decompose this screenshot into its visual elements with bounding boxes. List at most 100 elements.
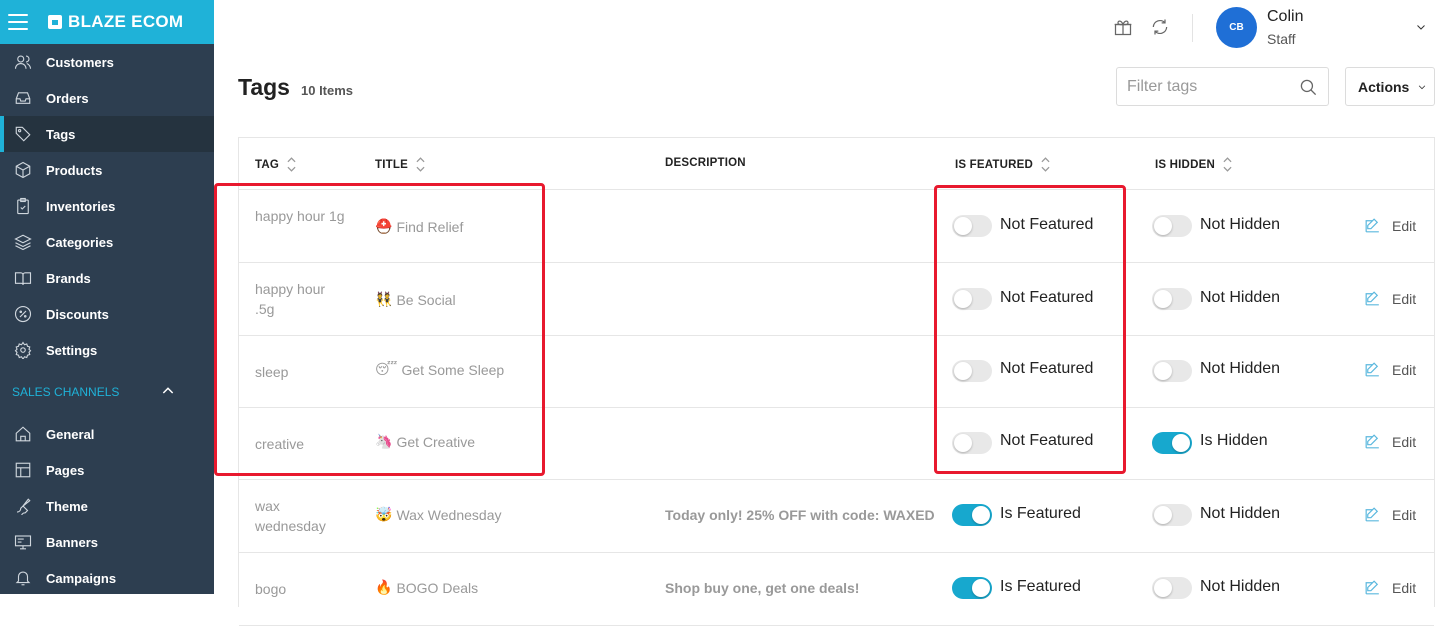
search-icon[interactable] [1299, 78, 1318, 102]
user-name[interactable]: Colin [1267, 8, 1303, 26]
column-header-title[interactable]: TITLE [375, 157, 425, 172]
clipboard-icon [13, 196, 33, 216]
sidebar-item-tags[interactable]: Tags [0, 116, 214, 152]
top-bar: CB Colin Staff [214, 0, 1450, 56]
chevron-up-icon[interactable] [160, 383, 176, 402]
brand-bar: BLAZE ECOM [0, 0, 214, 44]
menu-icon[interactable] [8, 14, 28, 30]
sidebar-item-discounts[interactable]: Discounts [0, 296, 214, 332]
avatar[interactable]: CB [1216, 7, 1257, 48]
featured-toggle[interactable] [952, 504, 992, 526]
book-icon [13, 268, 33, 288]
edit-button[interactable]: Edit [1363, 360, 1416, 379]
layers-icon [13, 232, 33, 252]
hidden-label: Not Hidden [1200, 216, 1281, 233]
sidebar-item-label: Inventories [46, 198, 116, 214]
title-text: BOGO Deals [396, 579, 479, 596]
edit-button[interactable]: Edit [1363, 289, 1416, 308]
inbox-icon [13, 88, 33, 108]
tag-cell: bogo [255, 581, 287, 597]
monitor-icon [13, 532, 33, 552]
sort-icon[interactable] [1223, 157, 1232, 172]
actions-button[interactable]: Actions [1345, 67, 1435, 106]
edit-label: Edit [1392, 579, 1417, 596]
sidebar-item-label: Brands [46, 270, 91, 286]
column-header-hidden[interactable]: IS HIDDEN [1155, 157, 1232, 172]
brand-name: BLAZE ECOM [68, 12, 184, 31]
edit-button[interactable]: Edit [1363, 505, 1416, 524]
percent-icon [13, 304, 33, 324]
sidebar-item-customers[interactable]: Customers [0, 44, 214, 80]
title-emoji: 🤯 [375, 506, 393, 522]
sidebar-item-pages[interactable]: Pages [0, 452, 214, 488]
hidden-label: Not Hidden [1200, 289, 1281, 306]
sidebar-item-brands[interactable]: Brands [0, 260, 214, 296]
sidebar-item-label: Campaigns [46, 570, 117, 586]
edit-button[interactable]: Edit [1363, 432, 1416, 451]
tag-icon [13, 124, 33, 144]
sort-icon[interactable] [1041, 157, 1050, 172]
sidebar-item-label: Customers [46, 54, 114, 70]
title-emoji: 🔥 [375, 579, 393, 595]
hidden-toggle[interactable] [1152, 432, 1192, 454]
edit-button[interactable]: Edit [1363, 578, 1416, 597]
hidden-label: Not Hidden [1200, 578, 1281, 595]
sidebar-item-label: Theme [46, 498, 88, 514]
edit-icon [1365, 218, 1379, 233]
column-header-featured[interactable]: IS FEATURED [955, 157, 1050, 172]
highlight-box-tags [214, 183, 545, 476]
sidebar-item-label: Discounts [46, 306, 109, 322]
sidebar-item-label: Orders [46, 90, 89, 106]
divider [1192, 14, 1193, 42]
page-title: Tags [238, 74, 290, 100]
sort-icon[interactable] [287, 157, 296, 172]
chevron-down-icon [1419, 84, 1426, 89]
featured-label: Is Featured [1000, 578, 1081, 595]
sidebar-item-categories[interactable]: Categories [0, 224, 214, 260]
hidden-label: Not Hidden [1200, 360, 1281, 377]
users-icon [13, 52, 33, 72]
hidden-toggle[interactable] [1152, 288, 1192, 310]
sidebar-item-label: Tags [46, 126, 76, 142]
column-label: DESCRIPTION [665, 157, 746, 169]
sort-icon[interactable] [416, 157, 425, 172]
chevron-down-icon[interactable] [1415, 20, 1427, 38]
hidden-toggle[interactable] [1152, 215, 1192, 237]
sidebar-item-banners[interactable]: Banners [0, 524, 214, 560]
hidden-toggle[interactable] [1152, 360, 1192, 382]
filter-input[interactable] [1117, 68, 1287, 105]
hidden-toggle[interactable] [1152, 577, 1192, 599]
edit-label: Edit [1392, 361, 1417, 378]
sidebar-item-settings[interactable]: Settings [0, 332, 214, 368]
sidebar-item-inventories[interactable]: Inventories [0, 188, 214, 224]
column-header-tag[interactable]: TAG [255, 157, 296, 172]
sales-channels-header[interactable]: SALES CHANNELS [0, 368, 214, 416]
sidebar-item-theme[interactable]: Theme [0, 488, 214, 524]
refresh-icon[interactable] [1150, 17, 1170, 37]
brush-icon [13, 496, 33, 516]
sidebar-item-products[interactable]: Products [0, 152, 214, 188]
layout-icon [13, 460, 33, 480]
sidebar-item-general[interactable]: General [0, 416, 214, 452]
hidden-toggle[interactable] [1152, 504, 1192, 526]
featured-label: Is Featured [1000, 505, 1081, 522]
sidebar-item-campaigns[interactable]: Campaigns [0, 560, 214, 596]
column-label: TITLE [375, 158, 408, 171]
box-icon [13, 160, 33, 180]
table-row: wax wednesday 🤯 Wax Wednesday Today only!… [239, 480, 1434, 553]
home-icon [13, 424, 33, 444]
featured-toggle[interactable] [952, 577, 992, 599]
actions-label: Actions [1358, 78, 1410, 95]
edit-label: Edit [1392, 290, 1417, 307]
user-role: Staff [1267, 31, 1296, 47]
sidebar: BLAZE ECOM Customers Orders Tags Product… [0, 0, 214, 594]
description-cell: Today only! 25% OFF with code: WAXED [665, 507, 935, 523]
section-title: SALES CHANNELS [12, 385, 120, 399]
sidebar-item-orders[interactable]: Orders [0, 80, 214, 116]
tag-cell: wax wednesday [255, 498, 326, 534]
hidden-label: Is Hidden [1200, 432, 1268, 449]
sidebar-item-label: Banners [46, 534, 99, 550]
edit-button[interactable]: Edit [1363, 216, 1416, 235]
gift-icon[interactable] [1113, 17, 1133, 37]
brand-logo[interactable]: BLAZE ECOM [48, 12, 183, 32]
